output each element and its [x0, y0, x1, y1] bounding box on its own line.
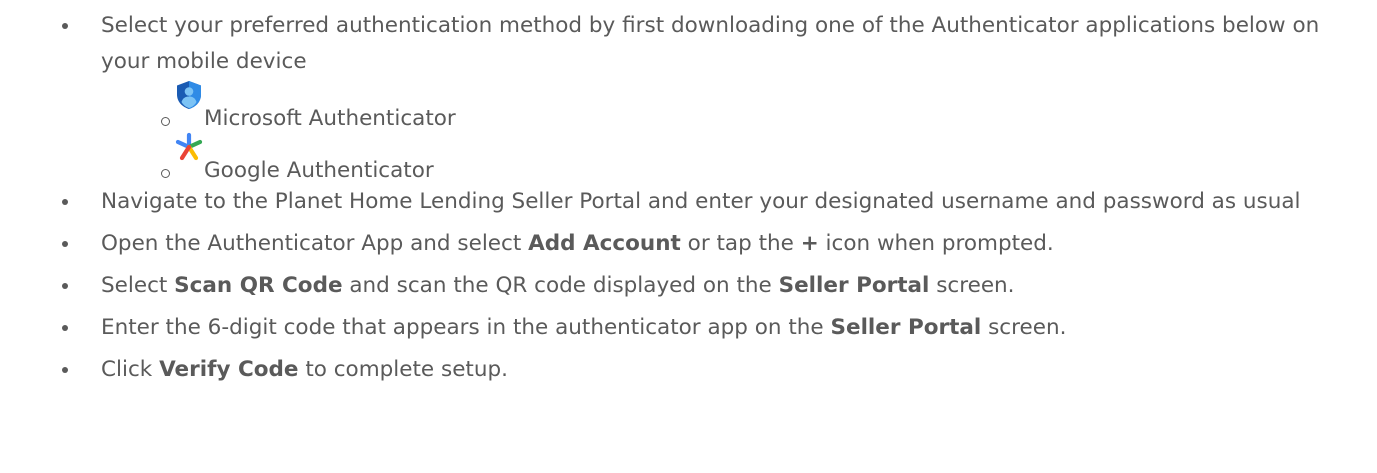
item-text: screen. [981, 315, 1067, 340]
sub-bullet [161, 169, 170, 178]
sub-bullet [161, 117, 170, 126]
item-text: Navigate to the Planet Home Lending Sell… [101, 189, 1301, 214]
list-item-add-account: Open the Authenticator App and select Ad… [40, 226, 1337, 262]
item-text: screen. [929, 273, 1015, 298]
item-text: Select [101, 273, 175, 298]
bold-text: Seller Portal [830, 315, 982, 340]
list-item-microsoft-authenticator: Microsoft Authenticator [101, 80, 1337, 132]
app-label: Google Authenticator [204, 158, 434, 183]
authenticator-app-list: Microsoft Authenticator Google Authentic… [101, 80, 1337, 184]
item-text: Open the Authenticator App and select [101, 231, 529, 256]
list-item-verify-code: Click Verify Code to complete setup. [40, 352, 1337, 388]
microsoft-authenticator-icon [177, 81, 201, 109]
google-authenticator-icon [175, 132, 203, 161]
bold-text: + [800, 231, 819, 256]
app-label: Microsoft Authenticator [204, 106, 456, 131]
list-item-navigate-portal: Navigate to the Planet Home Lending Sell… [40, 184, 1337, 220]
item-text: Select your preferred authentication met… [101, 13, 1320, 74]
list-item-google-authenticator: Google Authenticator [101, 132, 1337, 184]
list-item-enter-code: Enter the 6-digit code that appears in t… [40, 310, 1337, 346]
item-text: icon when prompted. [818, 231, 1054, 256]
bold-text: Scan QR Code [174, 273, 343, 298]
item-text: to complete setup. [298, 357, 508, 382]
bold-text: Seller Portal [778, 273, 930, 298]
item-text: Click [101, 357, 160, 382]
bold-text: Add Account [528, 231, 681, 256]
item-text: or tap the [680, 231, 801, 256]
bold-text: Verify Code [159, 357, 299, 382]
instruction-list: Select your preferred authentication met… [40, 8, 1337, 388]
instructions-document: Select your preferred authentication met… [0, 0, 1377, 388]
list-item-scan-qr: Select Scan QR Code and scan the QR code… [40, 268, 1337, 304]
item-text: Enter the 6-digit code that appears in t… [101, 315, 831, 340]
list-item-select-method: Select your preferred authentication met… [40, 8, 1337, 184]
item-text: and scan the QR code displayed on the [342, 273, 779, 298]
